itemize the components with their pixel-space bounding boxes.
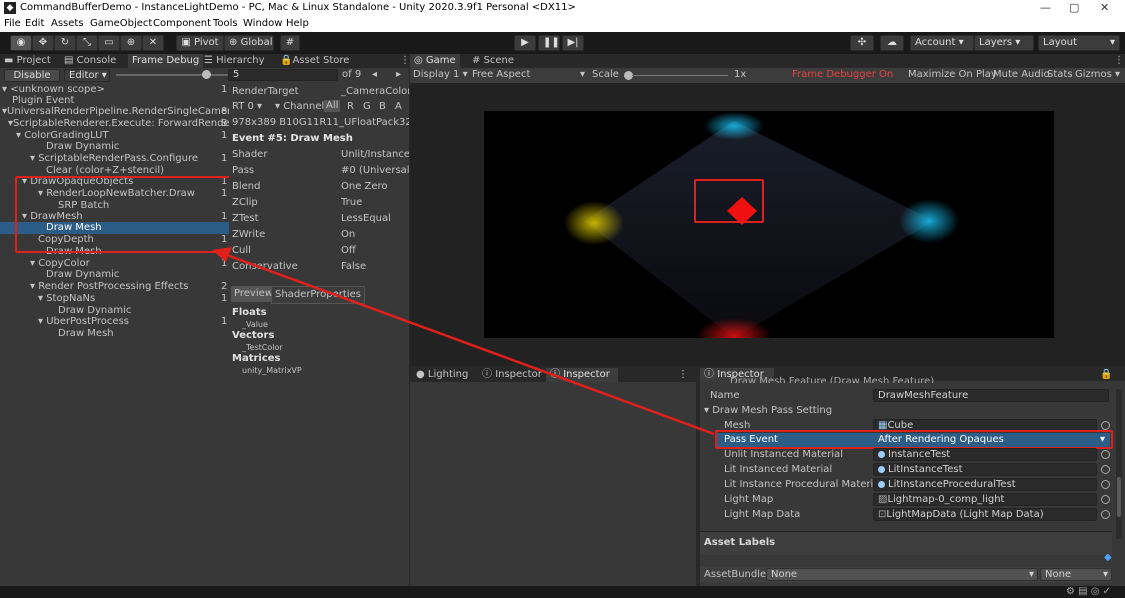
arrow-head [212,247,232,262]
annotation-arrow [212,247,715,436]
arrow-line [223,252,715,436]
